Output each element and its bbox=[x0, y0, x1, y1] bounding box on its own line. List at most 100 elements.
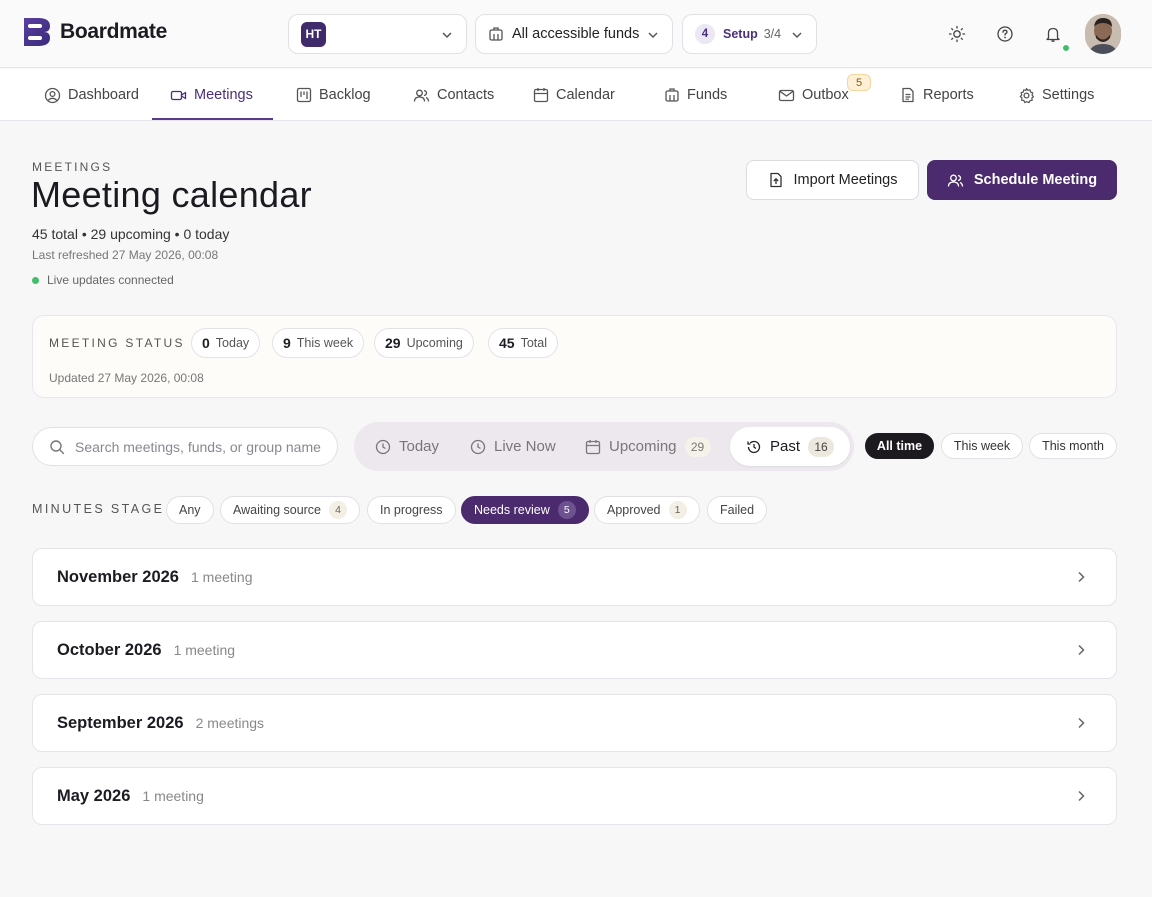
import-meetings-button[interactable]: Import Meetings bbox=[746, 160, 919, 200]
nav-item-contacts[interactable]: Contacts bbox=[413, 69, 494, 121]
month-group-row[interactable]: September 2026 2 meetings bbox=[32, 694, 1117, 752]
stat-pill-today[interactable]: 0 Today bbox=[191, 328, 261, 358]
month-name: November 2026 bbox=[57, 567, 179, 586]
calendar-icon bbox=[585, 439, 601, 454]
segment-label: Today bbox=[399, 438, 440, 455]
nav-item-backlog[interactable]: Backlog bbox=[296, 69, 371, 121]
segment-label: Past bbox=[770, 438, 801, 455]
chip-label: Approved bbox=[607, 503, 661, 517]
video-icon bbox=[170, 90, 187, 100]
stat-number: 45 bbox=[499, 335, 515, 351]
chevron-right-icon bbox=[1078, 644, 1085, 656]
nav-label: Backlog bbox=[319, 87, 371, 103]
stage-chip-in-progress[interactable]: In progress bbox=[367, 496, 456, 524]
app-name: Boardmate bbox=[60, 20, 167, 43]
stat-label: Today bbox=[215, 336, 250, 350]
avatar[interactable] bbox=[1085, 14, 1121, 54]
clock-icon bbox=[470, 439, 486, 454]
search-input[interactable] bbox=[75, 438, 325, 455]
theme-toggle-button[interactable] bbox=[946, 23, 968, 45]
nav-item-meetings[interactable]: Meetings bbox=[170, 69, 253, 121]
history-icon bbox=[747, 440, 761, 453]
stat-pill-this-week[interactable]: 9 This week bbox=[272, 328, 365, 358]
user-circle-icon bbox=[44, 87, 61, 103]
month-meeting-count: 1 meeting bbox=[173, 642, 236, 658]
stage-chip-failed[interactable]: Failed bbox=[707, 496, 768, 524]
nav-label: Calendar bbox=[556, 87, 615, 103]
nav-item-funds[interactable]: Funds bbox=[664, 69, 727, 121]
funds-select[interactable]: All accessible funds bbox=[475, 14, 673, 54]
chevron-down-icon bbox=[648, 32, 658, 39]
logo[interactable]: Boardmate bbox=[22, 16, 167, 48]
nav-label: Meetings bbox=[194, 87, 253, 103]
segment-today[interactable]: Today bbox=[375, 427, 439, 466]
active-tab-indicator bbox=[152, 118, 273, 120]
month-meeting-count: 1 meeting bbox=[191, 569, 253, 585]
meeting-status-card: MEETING STATUS 0 Today 9 This week 29 Up… bbox=[32, 315, 1117, 398]
mail-icon bbox=[778, 89, 795, 101]
month-group-row[interactable]: October 2026 1 meeting bbox=[32, 621, 1117, 679]
chevron-down-icon bbox=[792, 32, 802, 39]
range-this-month[interactable]: This month bbox=[1029, 433, 1117, 459]
schedule-label: Schedule Meeting bbox=[973, 172, 1098, 188]
chip-label: Needs review bbox=[474, 503, 550, 517]
nav-item-settings[interactable]: Settings bbox=[1018, 69, 1094, 121]
month-group-row[interactable]: November 2026 1 meeting bbox=[32, 548, 1117, 606]
calendar-icon bbox=[533, 88, 549, 103]
setup-select[interactable]: 4 Setup 3/4 bbox=[682, 14, 817, 54]
page-title: Meeting calendar bbox=[31, 174, 312, 215]
gear-icon bbox=[1019, 87, 1035, 103]
range-this-week[interactable]: This week bbox=[941, 433, 1023, 459]
stage-chip-needs-review[interactable]: Needs review 5 bbox=[461, 496, 589, 524]
nav-label: Dashboard bbox=[68, 87, 139, 103]
organization-select[interactable]: HT bbox=[288, 14, 467, 54]
stage-chip-approved[interactable]: Approved 1 bbox=[594, 496, 700, 524]
segment-past[interactable]: Past 16 bbox=[730, 427, 851, 466]
nav-label: Reports bbox=[923, 87, 974, 103]
outbox-count-badge: 5 bbox=[847, 74, 871, 91]
main-nav: Dashboard Meetings Backlog Contacts Cale… bbox=[0, 69, 1152, 121]
schedule-meeting-button[interactable]: Schedule Meeting bbox=[927, 160, 1117, 200]
help-button[interactable] bbox=[994, 23, 1016, 45]
segment-count: 16 bbox=[808, 436, 835, 457]
month-name: May 2026 bbox=[57, 786, 131, 805]
segment-upcoming[interactable]: Upcoming 29 bbox=[585, 427, 711, 466]
chip-count: 1 bbox=[668, 501, 687, 519]
month-group-row[interactable]: May 2026 1 meeting bbox=[32, 767, 1117, 825]
document-icon bbox=[902, 87, 914, 103]
help-circle-icon bbox=[997, 26, 1013, 42]
stat-pill-total[interactable]: 45 Total bbox=[488, 328, 558, 358]
nav-item-dashboard[interactable]: Dashboard bbox=[44, 69, 139, 121]
live-dot-icon bbox=[32, 276, 39, 284]
funds-label: All accessible funds bbox=[512, 26, 640, 42]
setup-progress: 3/4 bbox=[763, 27, 782, 41]
clock-icon bbox=[375, 439, 391, 454]
range-all-time[interactable]: All time bbox=[865, 433, 934, 459]
month-meeting-count: 2 meetings bbox=[195, 715, 265, 731]
stage-chip-any[interactable]: Any bbox=[166, 496, 214, 524]
users-icon bbox=[947, 174, 964, 187]
nav-item-calendar[interactable]: Calendar bbox=[533, 69, 615, 121]
month-meeting-count: 1 meeting bbox=[142, 788, 204, 804]
chip-count: 4 bbox=[329, 501, 348, 519]
page-eyebrow: MEETINGS bbox=[32, 160, 113, 174]
nav-item-outbox[interactable]: Outbox bbox=[778, 69, 849, 121]
kanban-icon bbox=[296, 87, 312, 103]
users-icon bbox=[413, 89, 430, 102]
stat-number: 0 bbox=[202, 335, 210, 351]
stat-pill-upcoming[interactable]: 29 Upcoming bbox=[374, 328, 474, 358]
status-title: MEETING STATUS bbox=[49, 336, 185, 350]
chip-label: In progress bbox=[380, 503, 443, 517]
notifications-button[interactable] bbox=[1042, 23, 1064, 45]
segment-live-now[interactable]: Live Now bbox=[470, 427, 556, 466]
stat-label: Total bbox=[520, 336, 547, 350]
search-box bbox=[32, 427, 338, 466]
chip-label: Any bbox=[179, 503, 201, 517]
chevron-right-icon bbox=[1078, 571, 1085, 583]
nav-item-reports[interactable]: Reports bbox=[900, 69, 974, 121]
building-icon bbox=[489, 27, 503, 41]
nav-label: Outbox bbox=[802, 87, 849, 103]
stat-number: 29 bbox=[385, 335, 401, 351]
stage-chip-awaiting-source[interactable]: Awaiting source 4 bbox=[220, 496, 361, 524]
bell-icon bbox=[1046, 27, 1060, 42]
